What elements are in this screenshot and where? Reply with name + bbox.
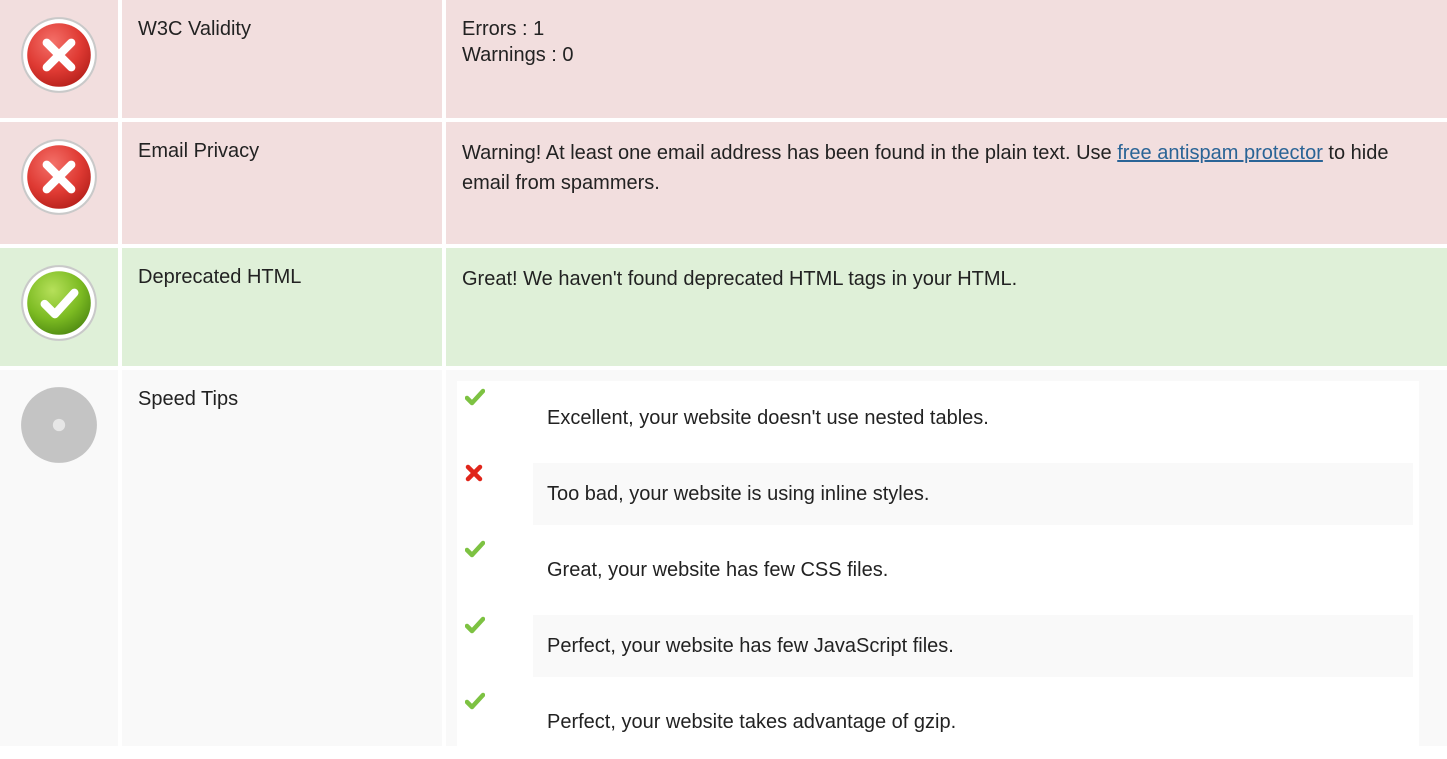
warnings-count: Warnings : 0 bbox=[462, 44, 574, 66]
tip-text: Perfect, your website takes advantage of… bbox=[547, 710, 957, 733]
check-icon bbox=[465, 388, 485, 406]
tip-text: Great, your website has few CSS files. bbox=[547, 558, 889, 581]
row-details: Warning! At least one email address has … bbox=[446, 122, 1447, 244]
status-cell bbox=[0, 122, 118, 244]
errors-count: Errors : 1 bbox=[462, 18, 545, 40]
cross-icon bbox=[465, 464, 483, 482]
row-label: Email Privacy bbox=[122, 122, 442, 244]
list-item: Too bad, your website is using inline st… bbox=[463, 463, 1413, 525]
result-row-speed-tips: Speed Tips Excellent, your website doesn… bbox=[0, 370, 1447, 759]
status-cell bbox=[0, 0, 118, 118]
row-details: Excellent, your website doesn't use nest… bbox=[446, 370, 1447, 759]
list-item: Perfect, your website takes advantage of… bbox=[463, 691, 1413, 753]
speed-tips-list: Excellent, your website doesn't use nest… bbox=[457, 381, 1419, 759]
list-item: Excellent, your website doesn't use nest… bbox=[463, 387, 1413, 449]
row-label: W3C Validity bbox=[122, 0, 442, 118]
success-check-circle-icon bbox=[21, 265, 97, 341]
tip-text: Too bad, your website is using inline st… bbox=[533, 463, 1413, 525]
error-circle-icon bbox=[21, 139, 97, 215]
list-item: Great, your website has few CSS files. bbox=[463, 539, 1413, 601]
result-row-w3c-validity: W3C Validity Errors : 1 Warnings : 0 bbox=[0, 0, 1447, 118]
result-row-deprecated-html: Deprecated HTML Great! We haven't found … bbox=[0, 248, 1447, 366]
row-details: Errors : 1 Warnings : 0 bbox=[446, 0, 1447, 118]
status-cell bbox=[0, 248, 118, 366]
check-icon bbox=[465, 616, 485, 634]
neutral-circle-icon bbox=[21, 387, 97, 463]
tip-text: Excellent, your website doesn't use nest… bbox=[547, 406, 989, 429]
row-label: Speed Tips bbox=[122, 370, 442, 746]
check-icon bbox=[465, 540, 485, 558]
row-label: Deprecated HTML bbox=[122, 248, 442, 366]
result-row-email-privacy: Email Privacy Warning! At least one emai… bbox=[0, 122, 1447, 244]
error-circle-icon bbox=[21, 17, 97, 93]
tip-text: Perfect, your website has few JavaScript… bbox=[533, 615, 1413, 677]
row-details: Great! We haven't found deprecated HTML … bbox=[446, 248, 1447, 366]
status-cell bbox=[0, 370, 118, 746]
antispam-protector-link[interactable]: free antispam protector bbox=[1117, 142, 1323, 164]
list-item: Perfect, your website has few JavaScript… bbox=[463, 615, 1413, 677]
seo-results-table: W3C Validity Errors : 1 Warnings : 0 Ema… bbox=[0, 0, 1447, 759]
email-warning-text: Warning! At least one email address has … bbox=[462, 142, 1118, 164]
check-icon bbox=[465, 692, 485, 710]
